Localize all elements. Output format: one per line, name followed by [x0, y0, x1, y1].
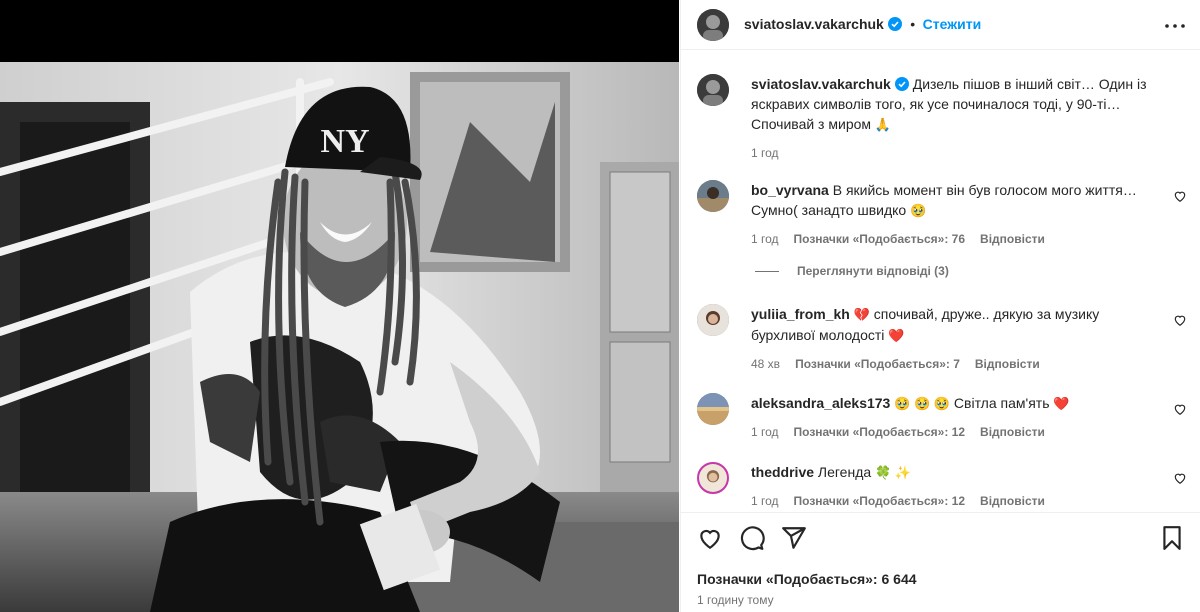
more-options-button[interactable]	[1163, 14, 1187, 38]
caption-body: sviatoslav.vakarchuk Дизель пішов в інши…	[751, 74, 1171, 163]
comment-text: Світла пам'ять	[953, 395, 1050, 411]
comment-text-block: aleksandra_aleks173 🥹 🥹 🥹 Світла пам'ять…	[751, 393, 1151, 414]
post-actions: Позначки «Подобається»: 6 644 1 годину т…	[681, 512, 1200, 612]
caption-author[interactable]: sviatoslav.vakarchuk	[751, 76, 891, 92]
caption-emoji: 🙏	[874, 117, 892, 132]
comment-lead-emoji: 💔	[853, 307, 870, 322]
comment-likes[interactable]: Позначки «Подобається»: 7	[795, 354, 960, 374]
comment-meta: 48 хв Позначки «Подобається»: 7 Відповіс…	[751, 354, 1151, 374]
verified-icon	[894, 77, 909, 91]
reply-button[interactable]: Відповісти	[980, 229, 1045, 249]
comment-avatar[interactable]	[697, 180, 729, 212]
heart-icon[interactable]	[1173, 189, 1187, 203]
bookmark-icon[interactable]	[1159, 525, 1185, 551]
comment-text-block: bo_vyrvana В якийсь момент він був голос…	[751, 180, 1151, 221]
comment-avatar[interactable]	[697, 462, 729, 494]
caption-avatar[interactable]	[697, 74, 729, 106]
caption-text-block: sviatoslav.vakarchuk Дизель пішов в інши…	[751, 74, 1171, 135]
comment-body: yuliia_from_kh 💔 спочивай, друже.. дякую…	[751, 304, 1151, 374]
author-avatar-image	[697, 9, 729, 41]
comment-author[interactable]: aleksandra_aleks173	[751, 395, 890, 411]
caption-time[interactable]: 1 год	[751, 143, 779, 163]
share-icon[interactable]	[781, 525, 807, 551]
view-replies-label[interactable]: Переглянути відповіді (3)	[797, 264, 949, 278]
comment-lead-emoji: 🥹 🥹 🥹	[894, 396, 951, 411]
comment-likes[interactable]: Позначки «Подобається»: 76	[794, 229, 965, 249]
heart-icon[interactable]	[1173, 313, 1187, 327]
reply-button[interactable]: Відповісти	[980, 491, 1045, 511]
comment-time[interactable]: 1 год	[751, 491, 779, 511]
comment-avatar-image	[697, 393, 729, 425]
reply-button[interactable]: Відповісти	[975, 354, 1040, 374]
comment-author[interactable]: bo_vyrvana	[751, 182, 829, 198]
caption-avatar-image	[697, 74, 729, 106]
comment-text-block: theddrive Легенда 🍀 ✨	[751, 462, 1151, 483]
caption-meta: 1 год	[751, 143, 1171, 163]
comment-likes[interactable]: Позначки «Подобається»: 12	[794, 422, 965, 442]
comment-meta: 1 год Позначки «Подобається»: 12 Відпові…	[751, 422, 1151, 442]
comment-emoji: ❤️	[888, 328, 905, 343]
comment-avatar[interactable]	[697, 393, 729, 425]
header-author-row: sviatoslav.vakarchuk • Стежити	[744, 16, 981, 34]
comment-avatar-image	[697, 304, 729, 336]
header-separator: •	[910, 16, 916, 32]
heart-icon[interactable]	[1173, 471, 1187, 485]
comment-author[interactable]: theddrive	[751, 464, 814, 480]
post-media[interactable]: NY	[0, 0, 679, 612]
likes-count[interactable]: Позначки «Подобається»: 6 644	[697, 571, 917, 587]
comment-likes[interactable]: Позначки «Подобається»: 12	[794, 491, 965, 511]
comment-avatar[interactable]	[697, 304, 729, 336]
reply-button[interactable]: Відповісти	[980, 422, 1045, 442]
post-header: sviatoslav.vakarchuk • Стежити	[681, 0, 1200, 50]
comment-time[interactable]: 1 год	[751, 422, 779, 442]
comment-emoji: 🥹	[910, 203, 927, 218]
comment-body: aleksandra_aleks173 🥹 🥹 🥹 Світла пам'ять…	[751, 393, 1151, 442]
comment-body: theddrive Легенда 🍀 ✨ 1 год Позначки «По…	[751, 462, 1151, 511]
comment-emoji: ❤️	[1053, 396, 1070, 411]
comment-avatar-image	[699, 464, 727, 492]
comment-time[interactable]: 48 хв	[751, 354, 780, 374]
heart-icon[interactable]	[697, 525, 723, 551]
post-photo-image: NY	[0, 62, 679, 612]
author-avatar[interactable]	[697, 9, 729, 41]
post-time[interactable]: 1 годину тому	[697, 593, 774, 607]
header-author-name[interactable]: sviatoslav.vakarchuk	[744, 16, 884, 32]
comment-emoji: 🍀 ✨	[875, 465, 912, 480]
view-replies-line	[755, 270, 779, 272]
follow-button[interactable]: Стежити	[923, 16, 982, 32]
comment-avatar-image	[697, 180, 729, 212]
comment-body: bo_vyrvana В якийсь момент він був голос…	[751, 180, 1151, 249]
comment-meta: 1 год Позначки «Подобається»: 12 Відпові…	[751, 491, 1151, 511]
comment-icon[interactable]	[739, 525, 765, 551]
comment-author[interactable]: yuliia_from_kh	[751, 306, 850, 322]
comment-text-block: yuliia_from_kh 💔 спочивай, друже.. дякую…	[751, 304, 1151, 346]
view-replies-button[interactable]: Переглянути відповіді (3)	[755, 264, 949, 278]
svg-text:NY: NY	[320, 123, 369, 160]
more-icon	[1165, 24, 1185, 28]
comment-time[interactable]: 1 год	[751, 229, 779, 249]
comment-meta: 1 год Позначки «Подобається»: 76 Відпові…	[751, 229, 1151, 249]
comment-text: Легенда	[817, 464, 872, 480]
heart-icon[interactable]	[1173, 402, 1187, 416]
post-photo[interactable]: NY	[0, 62, 679, 612]
verified-icon	[887, 17, 902, 31]
post-panel: sviatoslav.vakarchuk • Стежити sviatosla…	[680, 0, 1200, 612]
